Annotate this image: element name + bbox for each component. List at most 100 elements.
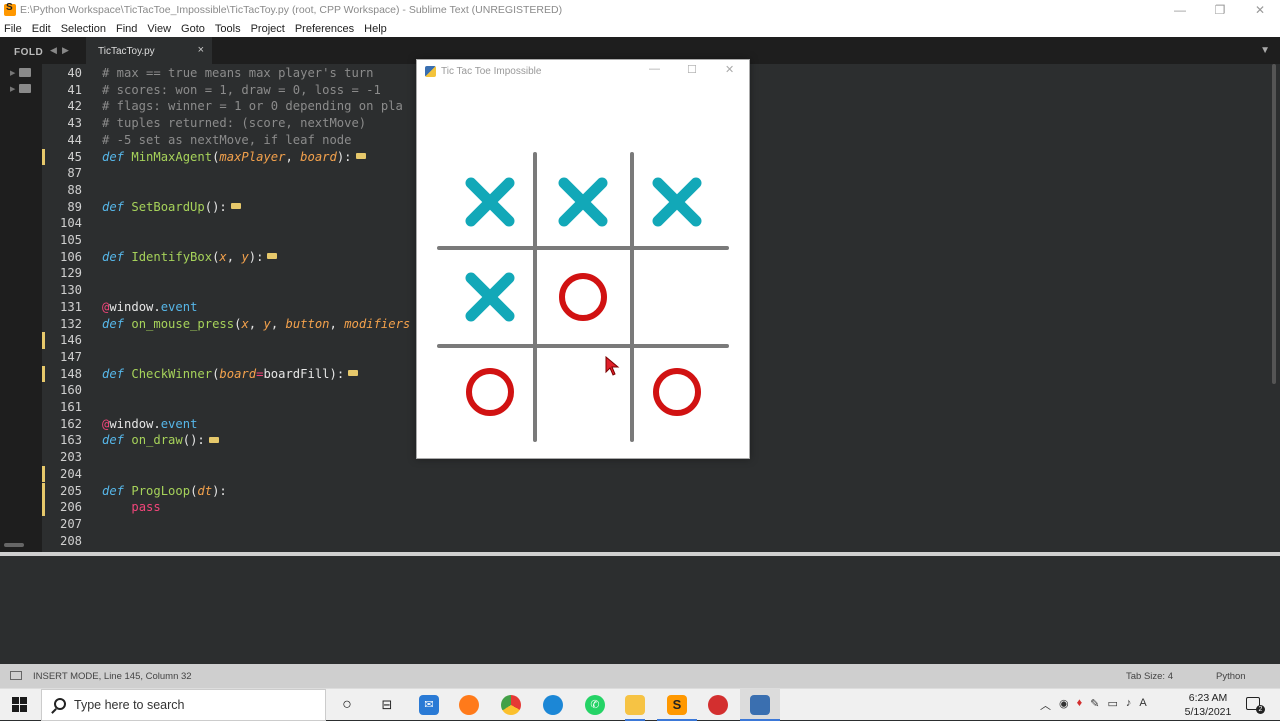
gamepad-icon[interactable]: ◉ [1059, 697, 1069, 713]
python-app-icon[interactable] [750, 695, 770, 715]
status-bar: INSERT MODE, Line 145, Column 32 Tab Siz… [0, 664, 1280, 688]
horizontal-scroll-thumb[interactable] [4, 543, 24, 547]
sublime-text-icon[interactable]: S [667, 695, 687, 715]
panel-toggle-icon[interactable] [10, 671, 22, 680]
line-number: 160 [59, 383, 82, 398]
code-line[interactable]: 204 [42, 465, 1269, 483]
sidebar-folders-label: FOLD [14, 47, 44, 58]
file-explorer-icon[interactable] [625, 695, 645, 715]
close-button[interactable]: ✕ [1240, 0, 1280, 20]
folded-code-marker[interactable] [267, 253, 278, 260]
line-number: 88 [67, 182, 82, 197]
red-app-icon[interactable]: ♦ [1077, 697, 1083, 713]
line-number: 163 [59, 433, 82, 448]
volume-icon[interactable]: ♪ [1126, 697, 1132, 713]
menu-project[interactable]: Project [251, 23, 285, 35]
menu-goto[interactable]: Goto [181, 23, 205, 35]
show-hidden-icons-chevron-icon[interactable]: ︿ [1040, 697, 1051, 713]
tab-next-icon[interactable]: ▶ [62, 45, 69, 56]
menu-find[interactable]: Find [116, 23, 137, 35]
tictactoe-window[interactable]: Tic Tac Toe Impossible — ☐ ✕ [416, 59, 750, 459]
taskbar: Type here to search ○ ⊟ ✉ ✆ S ︿ ◉ ♦ ✎ ▭ … [0, 688, 1280, 721]
syntax-selector[interactable]: Python [1216, 671, 1246, 682]
line-number: 106 [59, 249, 82, 264]
code-line[interactable]: 206 pass [42, 499, 1269, 516]
notification-count-badge: 2 [1256, 705, 1265, 714]
code-line[interactable]: 208 [42, 533, 1269, 550]
mouse-cursor-icon [605, 356, 620, 376]
o-mark [559, 273, 607, 321]
edge-icon[interactable] [543, 695, 563, 715]
tab-size-selector[interactable]: Tab Size: 4 [1126, 671, 1173, 682]
code-line[interactable]: 205 def ProgLoop(dt): [42, 482, 1269, 500]
game-window-title: Tic Tac Toe Impossible [441, 66, 542, 77]
expand-arrow-icon[interactable]: ▶ [10, 85, 15, 93]
menu-selection[interactable]: Selection [61, 23, 106, 35]
sidebar-folder[interactable]: ▶ [10, 68, 32, 77]
minimize-button[interactable]: — [1160, 0, 1200, 20]
maximize-button[interactable]: ❐ [1200, 0, 1240, 20]
folded-code-marker[interactable] [355, 153, 366, 159]
folded-code-marker[interactable] [230, 203, 241, 210]
code-text: # scores: won = 1, draw = 0, loss = -1 [102, 82, 381, 97]
language-icon[interactable]: A [1139, 697, 1146, 713]
code-line[interactable]: 207 [42, 516, 1269, 533]
menu-file[interactable]: File [4, 23, 22, 35]
game-maximize-button[interactable]: ☐ [687, 63, 697, 76]
folded-code-marker[interactable] [348, 370, 359, 377]
sublime-app-icon [4, 2, 16, 16]
taskbar-search[interactable]: Type here to search [41, 689, 326, 721]
menu-preferences[interactable]: Preferences [295, 23, 354, 35]
line-number: 89 [67, 199, 82, 214]
code-text: # -5 set as nextMove, if leaf node [102, 132, 352, 147]
code-text: def on_draw(): [102, 432, 219, 449]
line-number: 147 [59, 349, 82, 364]
menu-help[interactable]: Help [364, 23, 387, 35]
line-number: 105 [59, 233, 82, 247]
expand-arrow-icon[interactable]: ▶ [10, 69, 15, 77]
tab-tictactoy[interactable]: TicTacToy.py × [86, 37, 212, 64]
line-number: 129 [59, 266, 82, 281]
folded-code-marker[interactable] [208, 436, 219, 443]
line-number: 131 [59, 299, 82, 314]
game-board[interactable] [417, 82, 749, 458]
tab-label: TicTacToy.py [98, 46, 155, 57]
tab-menu-chevron-icon[interactable]: ▼ [1260, 45, 1270, 56]
menu-edit[interactable]: Edit [32, 23, 51, 35]
tab-close-icon[interactable]: × [198, 44, 204, 56]
tab-prev-icon[interactable]: ◀ [50, 45, 57, 56]
windows-start-icon[interactable] [12, 697, 28, 713]
o-mark [466, 368, 514, 416]
vertical-scrollbar[interactable] [1269, 64, 1280, 552]
mail-icon[interactable]: ✉ [419, 695, 439, 715]
python-window-icon [425, 66, 436, 77]
game-minimize-button[interactable]: — [649, 63, 660, 75]
chrome-icon[interactable] [501, 695, 521, 715]
game-close-button[interactable]: ✕ [725, 63, 734, 76]
cortana-icon[interactable]: ○ [337, 695, 357, 715]
code-text: def on_mouse_press(x, y, button, modifie… [102, 316, 411, 331]
code-text: def IdentifyBox(x, y): [102, 249, 278, 266]
line-number: 203 [59, 450, 82, 465]
line-number: 162 [59, 416, 82, 431]
task-view-icon[interactable]: ⊟ [377, 695, 397, 715]
menu-view[interactable]: View [147, 23, 171, 35]
line-number: 87 [67, 166, 82, 181]
menu-tools[interactable]: Tools [215, 23, 241, 35]
code-text: def SetBoardUp(): [102, 199, 241, 216]
line-number: 204 [59, 466, 82, 481]
whatsapp-icon[interactable]: ✆ [585, 695, 605, 715]
recorder-icon[interactable] [708, 695, 728, 715]
window-title: E:\Python Workspace\TicTacToe_Impossible… [20, 4, 563, 16]
scroll-thumb[interactable] [1272, 64, 1276, 384]
clock[interactable]: 6:23 AM 5/13/2021 [1178, 691, 1238, 719]
pen-icon[interactable]: ✎ [1090, 697, 1099, 713]
console-panel[interactable] [0, 556, 1280, 664]
line-number: 148 [59, 366, 82, 381]
firefox-icon[interactable] [459, 695, 479, 715]
code-text: def ProgLoop(dt): [102, 483, 227, 498]
sidebar-folder[interactable]: ▶ [10, 84, 32, 93]
network-icon[interactable]: ▭ [1107, 697, 1117, 713]
line-number: 45 [67, 149, 82, 164]
line-number: 208 [59, 533, 82, 548]
